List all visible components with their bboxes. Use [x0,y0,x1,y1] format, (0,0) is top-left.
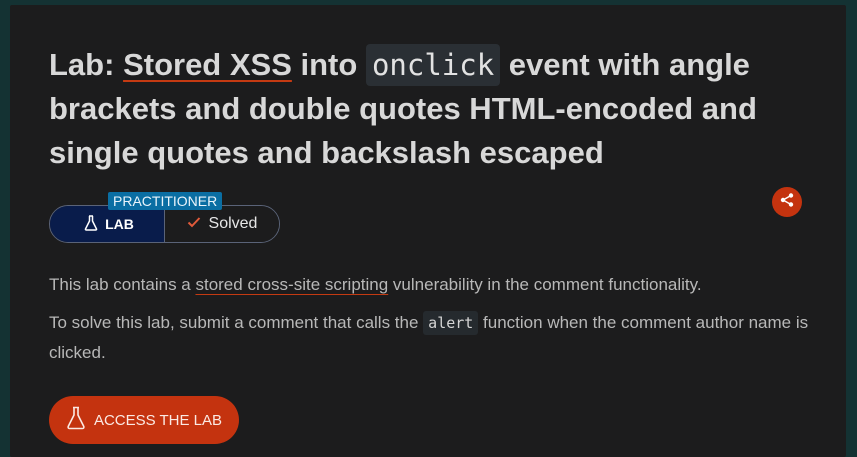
page-title: Lab: Stored XSS into onclick event with … [49,43,809,175]
title-topic-link[interactable]: Stored XSS [123,47,292,82]
solved-status: Solved [165,206,279,242]
alert-code: alert [423,311,479,335]
description-text: vulnerability in the comment functionali… [388,275,702,294]
lab-badge-label: LAB [105,216,134,232]
lab-description: This lab contains a stored cross-site sc… [49,270,819,300]
title-middle: into [291,47,366,82]
flask-icon [84,214,98,234]
flask-icon [66,406,86,434]
stored-xss-link[interactable]: stored cross-site scripting [195,275,388,294]
lab-instructions: To solve this lab, submit a comment that… [49,308,819,368]
share-icon [779,192,795,213]
title-code: onclick [365,44,501,86]
lab-panel: Lab: Stored XSS into onclick event with … [10,5,846,457]
share-button[interactable] [772,187,802,217]
access-lab-label: ACCESS THE LAB [93,411,223,429]
difficulty-level-tag: PRACTITIONER [108,192,223,210]
access-lab-button[interactable]: ACCESS THE LAB [49,396,239,444]
check-icon [187,215,201,233]
title-prefix: Lab: [49,47,124,82]
description-text: This lab contains a [49,275,196,294]
lab-type-badge: LAB [50,206,165,242]
solved-label: Solved [208,215,258,232]
instructions-text: To solve this lab, submit a comment that… [49,313,424,332]
lab-status-badge: LAB Solved [49,205,280,243]
